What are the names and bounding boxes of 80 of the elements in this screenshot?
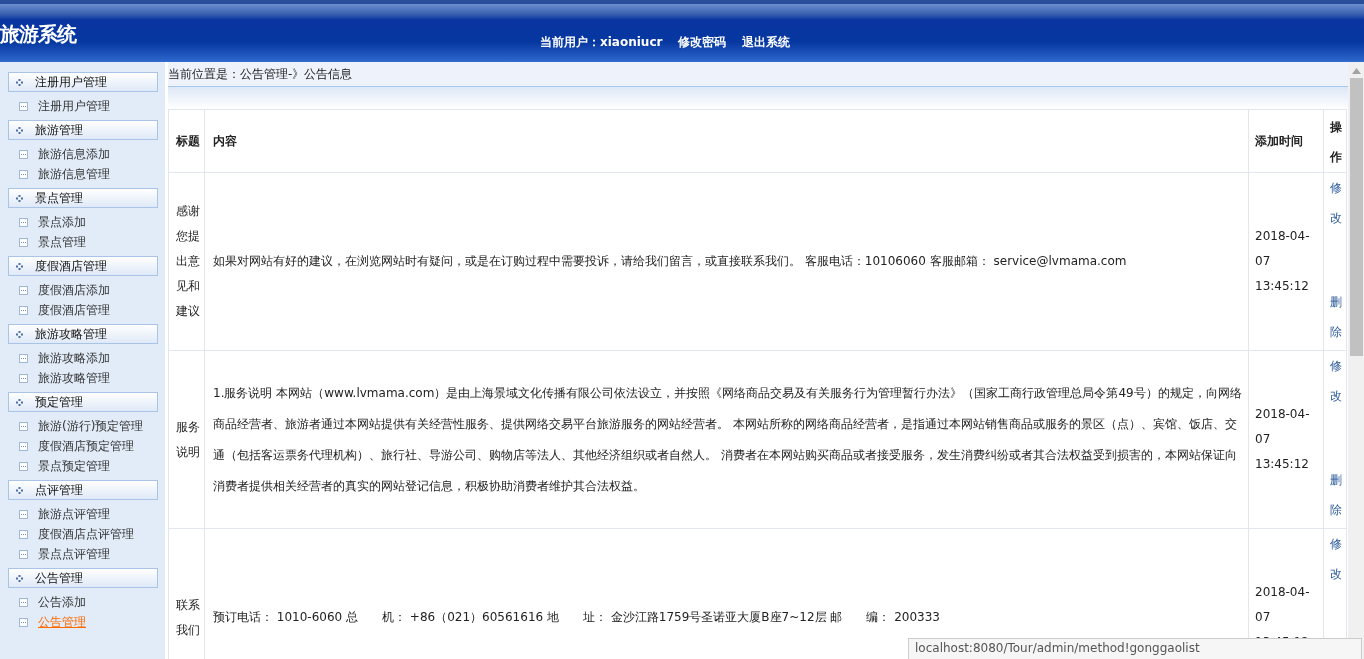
header-link[interactable]: 修改密码	[678, 34, 727, 51]
menu-item[interactable]: 旅游点评管理	[38, 505, 110, 523]
menu-item[interactable]: 度假酒店管理	[38, 301, 110, 319]
current-user-label: 当前用户：xiaoniucr	[540, 34, 663, 51]
table-cell: 1.服务说明 本网站（www.lvmama.com）是由上海景域文化传播有限公司依法设立，并按照《网络商品交易及有关服务行为管理暂行办法》（国家工商行政管理总局令第49号）的规定，向网络商品经营者、旅游者通过本网站提供有关经营性服务、提供网络交易平台旅游服务的网站经营者。 本网站所称的网络商品经营者，是指通过本网站销售商品或服务的景区（点）、宾馆、饭店、交通（包括客运票务代理机构）、旅行社、导游公司、购物店等法人、其他经济组织或者自然人。 消费者在本网站购买商品或者接受服务，发生消费纠纷或者其合法权益受到损害的，本网站保证向消费者提供相关经营者的真实的网站登记信息，积极协助消费者维护其合法权益。	[204, 350, 1249, 529]
menu-group-label: 旅游攻略管理	[35, 325, 107, 343]
dots-icon	[16, 78, 23, 86]
menu-group-label: 景点管理	[35, 189, 83, 207]
action-link[interactable]: 删除	[1330, 465, 1342, 525]
table-cell: 如果对网站有好的建议，在浏览网站时有疑问，或是在订购过程中需要投诉，请给我们留言，或直接联系我们。 客服电话：10106060 客服邮箱： service@lvmama.com	[204, 172, 1249, 351]
menu-group-header[interactable]: 注册用户管理	[8, 72, 158, 92]
table-cell: 2018-04-07 13:45:12	[1248, 172, 1324, 351]
square-icon	[19, 421, 28, 431]
square-icon	[19, 101, 28, 111]
square-icon	[19, 461, 28, 471]
square-icon	[19, 597, 28, 607]
menu-item[interactable]: 旅游信息管理	[38, 165, 110, 183]
header-link[interactable]: 退出系统	[742, 34, 791, 51]
menu-item[interactable]: 旅游攻略管理	[38, 369, 110, 387]
square-icon	[19, 305, 28, 315]
menu-item[interactable]: 旅游攻略添加	[38, 349, 110, 367]
square-icon	[19, 237, 28, 247]
square-icon	[19, 353, 28, 363]
menu-group-header[interactable]: 预定管理	[8, 392, 158, 412]
dots-icon	[16, 330, 23, 338]
table-cell: 感谢您提出意见和建议	[168, 172, 205, 351]
action-link[interactable]: 修改	[1330, 351, 1342, 411]
breadcrumb: 当前位置是：公告管理-》公告信息	[168, 65, 353, 83]
square-icon	[19, 441, 28, 451]
dots-icon	[16, 126, 23, 134]
scrollbar[interactable]	[1348, 62, 1364, 659]
menu-item[interactable]: 旅游(游行)预定管理	[38, 417, 144, 435]
menu-item[interactable]: 景点添加	[38, 213, 86, 231]
column-header: 内容	[204, 109, 1249, 173]
menu-group-label: 度假酒店管理	[35, 257, 107, 275]
menu-item[interactable]: 景点预定管理	[38, 457, 110, 475]
menu-group-header[interactable]: 公告管理	[8, 568, 158, 588]
menu-group-header[interactable]: 景点管理	[8, 188, 158, 208]
square-icon	[19, 169, 28, 179]
menu-item[interactable]: 景点管理	[38, 233, 86, 251]
menu-group-header[interactable]: 度假酒店管理	[8, 256, 158, 276]
action-link[interactable]: 修改	[1330, 173, 1342, 233]
square-icon	[19, 509, 28, 519]
square-icon	[19, 373, 28, 383]
column-header: 操作	[1323, 109, 1347, 173]
menu-group-header[interactable]: 旅游管理	[8, 120, 158, 140]
column-header: 标题	[168, 109, 205, 173]
menu-group-header[interactable]: 旅游攻略管理	[8, 324, 158, 344]
menu-item[interactable]: 度假酒店点评管理	[38, 525, 134, 543]
menu-group-label: 预定管理	[35, 393, 83, 411]
menu-group-label: 注册用户管理	[35, 73, 107, 91]
menu-item[interactable]: 公告添加	[38, 593, 86, 611]
action-link[interactable]: 删除	[1330, 287, 1342, 347]
system-title: 旅游系统	[0, 21, 78, 48]
dots-icon	[16, 194, 23, 202]
table-cell: 联系我们	[168, 528, 205, 659]
table-cell: 2018-04-07 13:45:12	[1248, 350, 1324, 529]
menu-group-label: 公告管理	[35, 569, 83, 587]
dots-icon	[16, 398, 23, 406]
table-cell: 服务说明	[168, 350, 205, 529]
dots-icon	[16, 574, 23, 582]
menu-item[interactable]: 景点点评管理	[38, 545, 110, 563]
menu-group-label: 点评管理	[35, 481, 83, 499]
square-icon	[19, 149, 28, 159]
square-icon	[19, 549, 28, 559]
square-icon	[19, 285, 28, 295]
dots-icon	[16, 486, 23, 494]
menu-item[interactable]: 度假酒店预定管理	[38, 437, 134, 455]
menu-item[interactable]: 度假酒店添加	[38, 281, 110, 299]
menu-group-label: 旅游管理	[35, 121, 83, 139]
menu-group-header[interactable]: 点评管理	[8, 480, 158, 500]
column-header: 添加时间	[1248, 109, 1324, 173]
menu-item[interactable]: 注册用户管理	[38, 97, 110, 115]
square-icon	[19, 617, 28, 627]
square-icon	[19, 529, 28, 539]
menu-item[interactable]: 旅游信息添加	[38, 145, 110, 163]
square-icon	[19, 217, 28, 227]
scroll-up-icon[interactable]	[1351, 68, 1361, 74]
dots-icon	[16, 262, 23, 270]
status-url: localhost:8080/Tour/admin/method!gonggaolist	[908, 638, 1362, 659]
